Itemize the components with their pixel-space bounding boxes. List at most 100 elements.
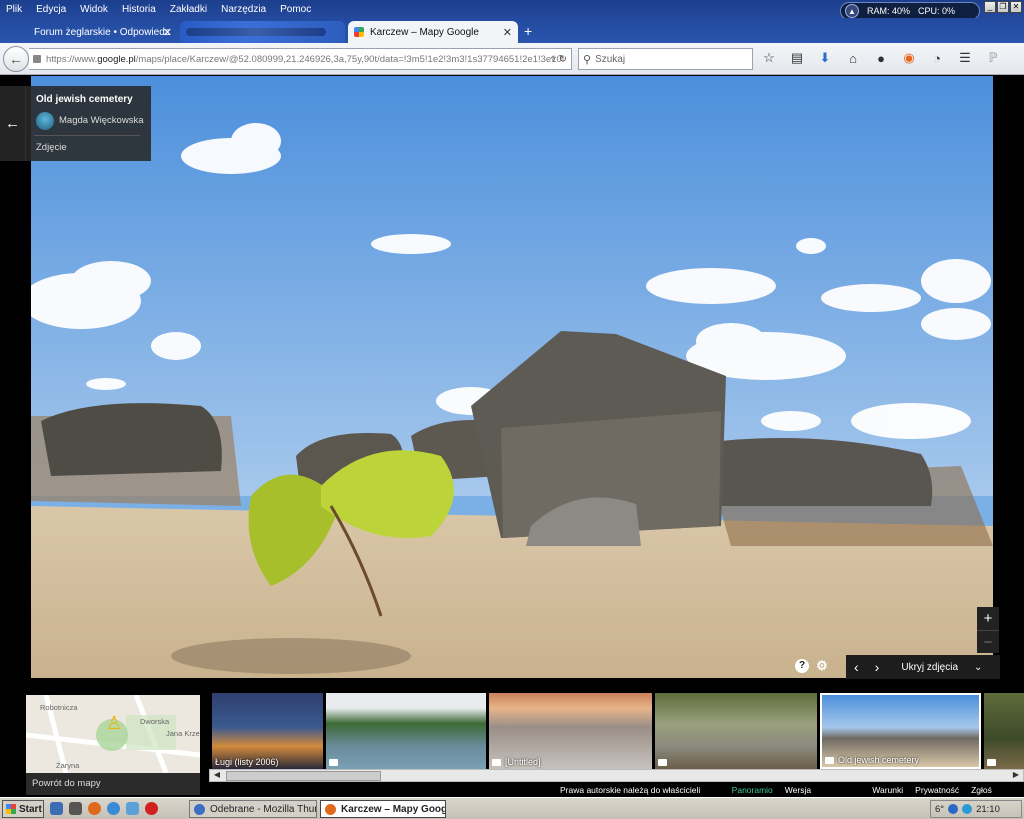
update-icon[interactable] [962, 804, 973, 814]
previous-photo-button[interactable]: ‹ [846, 659, 867, 675]
url-prefix: https://www. [46, 53, 98, 65]
tab-redacted[interactable] [180, 21, 345, 43]
close-tab-icon[interactable]: ✕ [163, 26, 172, 39]
tab-bar: Forum żeglarskie • Odpowiedz ✕ Karczew –… [0, 18, 1024, 43]
menu-help[interactable]: Pomoc [274, 4, 319, 15]
camera-icon [987, 759, 996, 767]
search-placeholder: Szukaj [595, 53, 626, 65]
thunderbird-icon [194, 804, 205, 815]
start-button[interactable]: Start [2, 800, 44, 818]
thumbnail-caption [987, 757, 1000, 767]
filmstrip-scrollbar[interactable]: ◀ ▶ [209, 769, 1024, 782]
camera-icon [825, 757, 834, 765]
camera-icon [329, 759, 338, 767]
reload-icon[interactable]: ▿ ↻ [551, 54, 567, 65]
bookmark-star-icon[interactable]: ☆ [760, 49, 778, 67]
scroll-right-icon[interactable]: ▶ [1009, 770, 1023, 781]
tab-label: Forum żeglarskie • Odpowiedz [34, 26, 170, 38]
spider-icon[interactable] [145, 802, 158, 815]
monitor-icon: ▲ [845, 4, 859, 18]
tab-label: Karczew – Mapy Google [370, 26, 479, 38]
pegman-icon[interactable]: ♙ [106, 713, 122, 734]
restore-icon[interactable]: ❐ [997, 1, 1009, 13]
scroll-left-icon[interactable]: ◀ [210, 770, 224, 781]
thumbnail-caption [329, 757, 342, 767]
arrow-left-icon: ← [5, 115, 20, 132]
menu-history[interactable]: Historia [116, 4, 164, 15]
gear-icon[interactable]: ⚙ [815, 659, 829, 673]
zoom-out-button[interactable]: − [977, 630, 999, 653]
minimap[interactable]: Robotnicza Jana Krze Dworska Żaryna ♙ [26, 695, 200, 773]
hide-photos-button[interactable]: Ukryj zdjęcia [893, 662, 966, 673]
menu-view[interactable]: Widok [74, 4, 116, 15]
thumbnail-selected[interactable]: Old jewish cemetery [820, 693, 981, 769]
desktop-icon[interactable] [50, 802, 63, 815]
taskbar-thunderbird[interactable]: Odebrane - Mozilla Thun... [189, 800, 317, 818]
rss-icon[interactable]: ◉ [900, 49, 918, 67]
menu-bookmarks[interactable]: Zakładki [164, 4, 215, 15]
screen: Plik Edycja Widok Historia Zakładki Narz… [0, 0, 1024, 819]
taskbar: Start Odebrane - Mozilla Thun... Karczew… [0, 797, 1024, 819]
thumbnail[interactable] [326, 693, 486, 769]
street-label: Żaryna [56, 761, 80, 770]
clock: 21:10 [976, 803, 1000, 815]
thumbnail-caption: Old jewish cemetery [825, 755, 919, 765]
thumbnail-caption-text: [Untitled] [505, 757, 541, 767]
reading-list-icon[interactable]: ▤ [788, 49, 806, 67]
firefox-icon [325, 804, 336, 815]
search-input[interactable]: ⚲ Szukaj [578, 48, 753, 70]
network-icon[interactable] [948, 804, 959, 814]
viewer-left-border [0, 76, 31, 678]
help-icon[interactable]: ? [795, 659, 809, 673]
back-to-map-button[interactable]: Powrót do mapy [26, 773, 200, 795]
url-domain: google.pl [97, 53, 136, 65]
photo-kind: Zdjęcie [36, 142, 67, 153]
thumbnail-caption: [Untitled] [492, 757, 541, 767]
street-label: Dworska [140, 717, 170, 726]
new-tab-icon[interactable]: + [524, 23, 532, 39]
main-photo[interactable] [31, 76, 993, 678]
url-bar[interactable]: https://www. google.pl/maps/place/Karczew… [29, 48, 572, 70]
photo-tools: ? ⚙ [795, 659, 829, 673]
menu-tools[interactable]: Narzędzia [215, 4, 274, 15]
thumbnail[interactable]: Ługi (listy 2006) [212, 693, 323, 769]
author-avatar[interactable] [36, 112, 54, 130]
app-icon[interactable] [126, 802, 139, 815]
menu-file[interactable]: Plik [0, 4, 30, 15]
close-icon[interactable]: ✕ [1010, 1, 1022, 13]
street-label: Robotnicza [40, 703, 78, 712]
addon-icon[interactable]: ● [872, 49, 890, 67]
firefox-icon[interactable] [88, 802, 101, 815]
taskbar-firefox[interactable]: Karczew – Mapy Goog... [320, 800, 446, 818]
thumbnail[interactable] [984, 693, 1024, 769]
url-path: /maps/place/Karczew/@52.080999,21.246926… [135, 53, 565, 65]
pin-icon[interactable] [69, 802, 82, 815]
thumbnail[interactable] [655, 693, 817, 769]
thumbnail[interactable]: [Untitled] [489, 693, 652, 769]
menu-icon[interactable]: ☰ [956, 49, 974, 67]
start-label: Start [19, 803, 42, 815]
minimize-icon[interactable]: _ [984, 1, 996, 13]
extension-icon[interactable]: ℙ [984, 49, 1002, 67]
google-maps-icon [354, 27, 364, 37]
photo-image [31, 76, 993, 678]
next-photo-button[interactable]: › [867, 659, 888, 675]
tab-google-maps[interactable]: Karczew – Mapy Google ✕ [348, 21, 518, 43]
tab-forum[interactable]: Forum żeglarskie • Odpowiedz ✕ [28, 21, 178, 43]
menu-edit[interactable]: Edycja [30, 4, 74, 15]
taskbar-item-label: Karczew – Mapy Goog... [341, 803, 446, 815]
divider [34, 135, 140, 136]
download-icon[interactable]: ⬇ [816, 49, 834, 67]
author-name[interactable]: Magda Więckowska [59, 115, 143, 126]
back-button[interactable]: ← [3, 46, 29, 72]
photo-info-card: ← Old jewish cemetery Magda Więckowska Z… [0, 86, 151, 161]
ie-icon[interactable] [107, 802, 120, 815]
zoom-in-button[interactable]: + [977, 607, 999, 630]
chat-icon[interactable]: ◔ [928, 49, 946, 67]
chevron-down-icon[interactable]: ⌄ [966, 662, 990, 673]
close-tab-icon[interactable]: ✕ [503, 26, 512, 39]
home-icon[interactable]: ⌂ [844, 49, 862, 67]
back-arrow-button[interactable]: ← [0, 86, 26, 161]
temperature: 6° [935, 803, 945, 815]
scrollbar-thumb[interactable] [226, 771, 381, 781]
